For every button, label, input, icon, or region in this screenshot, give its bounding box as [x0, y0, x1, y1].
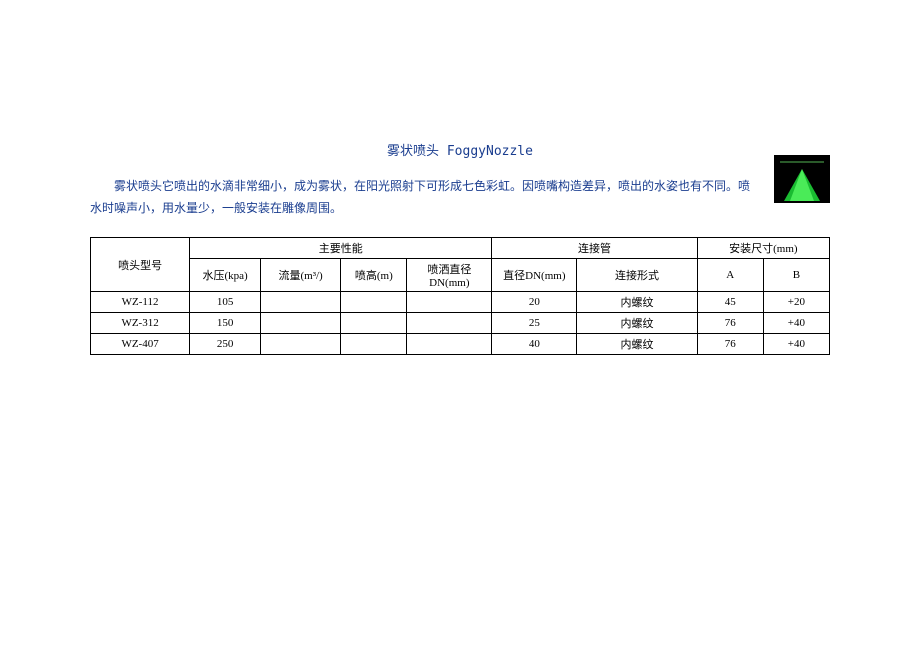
- cell-kpa: 150: [190, 313, 261, 334]
- th-perf: 主要性能: [190, 238, 492, 259]
- th-model: 喷头型号: [91, 238, 190, 292]
- cell-dia: 40: [492, 334, 577, 355]
- document-content: 雾状喷头 FoggyNozzle 雾状喷头它喷出的水滴非常细小，成为雾状，在阳光…: [90, 140, 830, 355]
- th-kpa: 水压(kpa): [190, 259, 261, 292]
- table-row: WZ-112 105 20 内螺纹 45 +20: [91, 292, 830, 313]
- th-size: 安装尺寸(mm): [697, 238, 829, 259]
- cell-dn: [407, 292, 492, 313]
- page-title: 雾状喷头 FoggyNozzle: [90, 140, 830, 159]
- cell-conn: 内螺纹: [577, 292, 697, 313]
- cell-conn: 内螺纹: [577, 334, 697, 355]
- cell-dia: 20: [492, 292, 577, 313]
- cell-flow: [260, 334, 340, 355]
- table-row: WZ-312 150 25 内螺纹 76 +40: [91, 313, 830, 334]
- table-header-row-2: 水压(kpa) 流量(m³/) 喷高(m) 喷洒直径DN(mm) 直径DN(mm…: [91, 259, 830, 292]
- cell-a: 76: [697, 334, 763, 355]
- cell-a: 45: [697, 292, 763, 313]
- cell-conn: 内螺纹: [577, 313, 697, 334]
- th-conn: 连接形式: [577, 259, 697, 292]
- th-pipe: 连接管: [492, 238, 697, 259]
- th-a: A: [697, 259, 763, 292]
- table-row: WZ-407 250 40 内螺纹 76 +40: [91, 334, 830, 355]
- cell-flow: [260, 313, 340, 334]
- cell-dn: [407, 334, 492, 355]
- th-ph: 喷高(m): [341, 259, 407, 292]
- description-text: 雾状喷头它喷出的水滴非常细小，成为雾状，在阳光照射下可形成七色彩虹。因喷嘴构造差…: [90, 175, 830, 219]
- cell-b: +40: [763, 313, 829, 334]
- cell-ph: [341, 292, 407, 313]
- description-block: 雾状喷头它喷出的水滴非常细小，成为雾状，在阳光照射下可形成七色彩虹。因喷嘴构造差…: [90, 175, 830, 219]
- cell-model: WZ-312: [91, 313, 190, 334]
- cell-kpa: 105: [190, 292, 261, 313]
- cell-dn: [407, 313, 492, 334]
- th-b: B: [763, 259, 829, 292]
- product-thumbnail: [774, 155, 830, 203]
- th-flow: 流量(m³/): [260, 259, 340, 292]
- cell-kpa: 250: [190, 334, 261, 355]
- cell-ph: [341, 334, 407, 355]
- cell-model: WZ-112: [91, 292, 190, 313]
- table-header-row-1: 喷头型号 主要性能 连接管 安装尺寸(mm): [91, 238, 830, 259]
- spec-table: 喷头型号 主要性能 连接管 安装尺寸(mm) 水压(kpa) 流量(m³/) 喷…: [90, 237, 830, 355]
- th-dn: 喷洒直径DN(mm): [407, 259, 492, 292]
- cell-flow: [260, 292, 340, 313]
- cell-a: 76: [697, 313, 763, 334]
- cell-b: +20: [763, 292, 829, 313]
- th-dia: 直径DN(mm): [492, 259, 577, 292]
- cell-b: +40: [763, 334, 829, 355]
- cell-ph: [341, 313, 407, 334]
- spray-icon: [774, 155, 830, 203]
- cell-dia: 25: [492, 313, 577, 334]
- cell-model: WZ-407: [91, 334, 190, 355]
